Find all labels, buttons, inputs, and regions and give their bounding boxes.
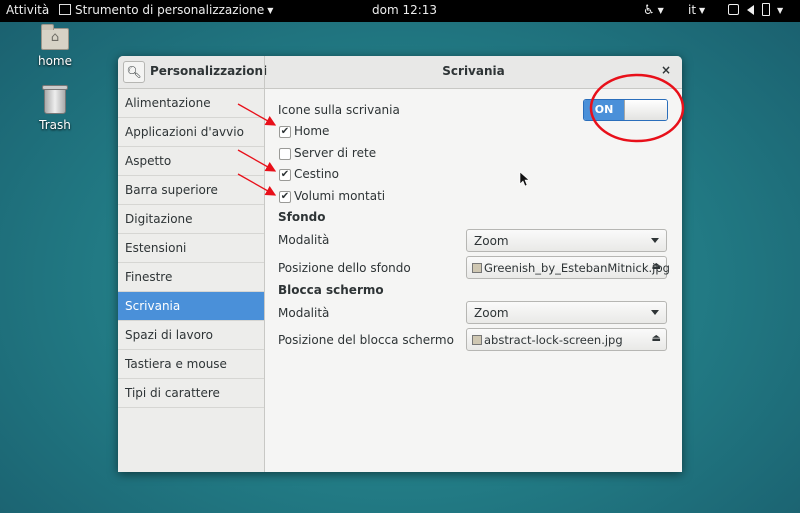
home-checkbox-label: Home [294, 124, 330, 138]
lock-screen-position-label: Posizione del blocca schermo [278, 333, 454, 347]
background-mode-label: Modalità [278, 233, 330, 247]
sidebar: Alimentazione Applicazioni d'avvio Aspet… [118, 89, 265, 472]
trash-icon [42, 85, 68, 114]
sidebar-item-tastiera-e-mouse[interactable]: Tastiera e mouse [118, 350, 264, 379]
dropdown-arrow-icon [651, 238, 659, 243]
image-file-icon [472, 263, 482, 273]
open-file-icon: ⏏ [651, 333, 661, 344]
mounted-volumes-checkbox[interactable]: ✔ [279, 191, 291, 203]
folder-home-icon [41, 24, 69, 50]
trash-checkbox-label: Cestino [294, 167, 339, 181]
app-menu-label: Strumento di personalizzazione [75, 3, 265, 17]
background-mode-dropdown[interactable]: Zoom [466, 229, 667, 252]
dropdown-value: Zoom [474, 234, 509, 248]
lock-screen-mode-dropdown[interactable]: Zoom [466, 301, 667, 324]
speaker-icon [747, 5, 754, 15]
background-file-chooser[interactable]: Greenish_by_EstebanMitnick.jpg ⏏ [466, 256, 670, 279]
sidebar-item-spazi-di-lavoro[interactable]: Spazi di lavoro [118, 321, 264, 350]
sidebar-item-applicazioni-avvio[interactable]: Applicazioni d'avvio [118, 118, 264, 147]
chevron-down-icon: ▼ [657, 6, 664, 15]
close-button[interactable]: × [661, 63, 671, 77]
sidebar-item-aspetto[interactable]: Aspetto [118, 147, 264, 176]
lock-screen-mode-label: Modalità [278, 306, 330, 320]
switch-on-label: ON [584, 100, 624, 120]
battery-icon [762, 3, 770, 16]
window-icon [728, 4, 739, 15]
sidebar-item-alimentazione[interactable]: Alimentazione [118, 89, 264, 118]
network-servers-label: Server di rete [294, 146, 377, 160]
sidebar-item-digitazione[interactable]: Digitazione [118, 205, 264, 234]
accessibility-menu[interactable]: ♿ ▼ [643, 3, 664, 18]
search-icon: 🔍︎ [126, 65, 142, 79]
sidebar-item-barra-superiore[interactable]: Barra superiore [118, 176, 264, 205]
desktop-icons-label: Icone sulla scrivania [278, 103, 400, 117]
image-file-icon [472, 335, 482, 345]
home-checkbox[interactable]: ✔ [279, 126, 291, 138]
chevron-down-icon: ▼ [267, 6, 274, 15]
desktop-home-icon[interactable]: home [25, 24, 85, 68]
network-servers-checkbox[interactable] [279, 148, 291, 160]
title-bar: 🔍︎ Personalizzazioni Scrivania × [118, 56, 682, 89]
desktop-icon-label: Trash [39, 118, 71, 132]
desktop-icon-label: home [37, 54, 73, 68]
activities-button[interactable]: Attività [6, 3, 49, 17]
sidebar-item-tipi-di-carattere[interactable]: Tipi di carattere [118, 379, 264, 408]
lock-screen-file-chooser[interactable]: abstract-lock-screen.jpg ⏏ [466, 328, 667, 351]
sidebar-item-estensioni[interactable]: Estensioni [118, 234, 264, 263]
desktop-icons-switch[interactable]: ON [583, 99, 668, 121]
accessibility-icon: ♿ [643, 3, 655, 18]
background-header: Sfondo [278, 210, 326, 224]
chevron-down-icon: ▼ [777, 6, 784, 15]
system-menu[interactable]: ▼ [728, 3, 783, 17]
open-file-icon: ⏏ [651, 261, 661, 272]
settings-panel: Icone sulla scrivania ON ✔ Home Server d… [265, 89, 682, 472]
language-menu[interactable]: it ▼ [688, 3, 705, 17]
clock[interactable]: dom 12:13 [372, 3, 437, 17]
top-bar: Attività Strumento di personalizzazione ▼… [0, 0, 800, 22]
dropdown-arrow-icon [651, 310, 659, 315]
lock-screen-header: Blocca schermo [278, 283, 384, 297]
page-title: Scrivania [442, 64, 505, 78]
chevron-down-icon: ▼ [699, 6, 706, 15]
desktop-trash-icon[interactable]: Trash [25, 85, 85, 132]
sidebar-title: Personalizzazioni [150, 64, 268, 78]
search-button[interactable]: 🔍︎ [123, 61, 145, 83]
trash-checkbox[interactable]: ✔ [279, 169, 291, 181]
mounted-volumes-label: Volumi montati [294, 189, 386, 203]
tweak-tool-window: 🔍︎ Personalizzazioni Scrivania × Aliment… [118, 56, 682, 472]
language-label: it [688, 3, 697, 17]
app-menu-icon [59, 4, 71, 15]
file-name: abstract-lock-screen.jpg [484, 333, 623, 347]
file-name: Greenish_by_EstebanMitnick.jpg [484, 261, 670, 275]
sidebar-item-scrivania[interactable]: Scrivania [118, 292, 264, 321]
sidebar-item-finestre[interactable]: Finestre [118, 263, 264, 292]
app-menu[interactable]: Strumento di personalizzazione ▼ [59, 3, 273, 17]
dropdown-value: Zoom [474, 306, 509, 320]
background-position-label: Posizione dello sfondo [278, 261, 411, 275]
switch-knob [624, 100, 667, 120]
